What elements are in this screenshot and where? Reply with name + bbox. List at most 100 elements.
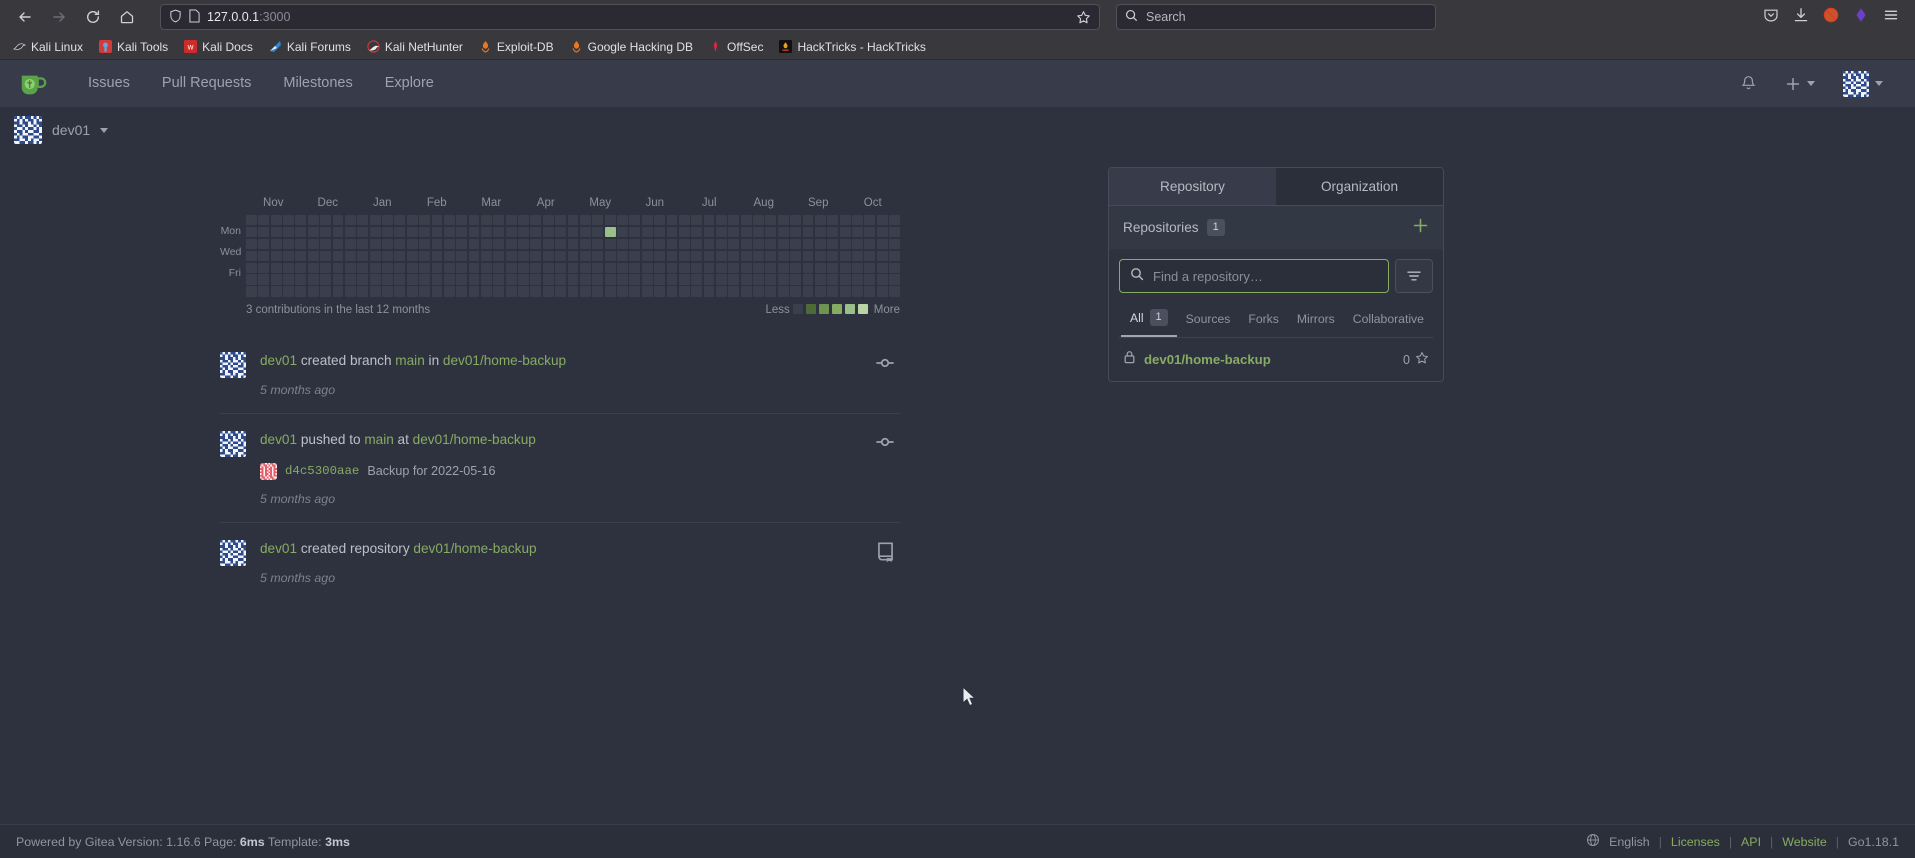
- heatmap-cell[interactable]: [567, 238, 579, 250]
- home-button[interactable]: [112, 4, 142, 30]
- heatmap-cell[interactable]: [406, 274, 418, 285]
- activity-avatar[interactable]: [220, 351, 246, 378]
- heatmap-cell[interactable]: [555, 215, 567, 226]
- heatmap-cell[interactable]: [505, 286, 517, 297]
- heatmap-cell[interactable]: [431, 215, 443, 226]
- heatmap-cell[interactable]: [518, 238, 529, 250]
- hamburger-menu-icon[interactable]: [1883, 7, 1899, 28]
- heatmap-cell[interactable]: [629, 215, 641, 226]
- heatmap-cell[interactable]: [790, 238, 802, 250]
- heatmap-cell[interactable]: [406, 215, 418, 226]
- chevron-down-icon[interactable]: [100, 127, 109, 133]
- heatmap-cell[interactable]: [270, 238, 282, 250]
- downloads-icon[interactable]: [1793, 7, 1809, 28]
- heatmap-cell[interactable]: [889, 274, 900, 285]
- heatmap-cell[interactable]: [666, 226, 678, 238]
- heatmap-cell[interactable]: [382, 274, 393, 285]
- heatmap-cell[interactable]: [307, 250, 319, 262]
- heatmap-cell[interactable]: [777, 250, 789, 262]
- heatmap-cell[interactable]: [555, 274, 567, 285]
- create-new-button[interactable]: [1771, 76, 1829, 92]
- heatmap-cell[interactable]: [295, 226, 307, 238]
- heatmap-cell[interactable]: [753, 238, 764, 250]
- heatmap-cell[interactable]: [802, 286, 814, 297]
- heatmap-cell[interactable]: [468, 226, 480, 238]
- heatmap-cell[interactable]: [592, 215, 604, 226]
- heatmap-cell[interactable]: [493, 238, 505, 250]
- activity-branch-link[interactable]: main: [395, 353, 424, 368]
- heatmap-cell[interactable]: [555, 238, 567, 250]
- heatmap-cell[interactable]: [814, 215, 826, 226]
- heatmap-cell[interactable]: [394, 274, 406, 285]
- heatmap-cell[interactable]: [678, 274, 690, 285]
- heatmap-cell[interactable]: [876, 286, 888, 297]
- heatmap-cell[interactable]: [394, 215, 406, 226]
- heatmap-cell[interactable]: [493, 215, 505, 226]
- heatmap-cell[interactable]: [678, 238, 690, 250]
- heatmap-cell[interactable]: [456, 262, 468, 273]
- heatmap-cell[interactable]: [839, 250, 851, 262]
- heatmap-cell[interactable]: [246, 250, 257, 262]
- heatmap-cell[interactable]: [617, 286, 628, 297]
- heatmap-cell[interactable]: [715, 226, 727, 238]
- heatmap-cell[interactable]: [876, 274, 888, 285]
- heatmap-cell[interactable]: [283, 226, 294, 238]
- heatmap-cell[interactable]: [777, 274, 789, 285]
- heatmap-cell[interactable]: [344, 215, 356, 226]
- heatmap-cell[interactable]: [567, 286, 579, 297]
- filter-tab-collaborative[interactable]: Collaborative: [1344, 306, 1433, 335]
- heatmap-cell[interactable]: [357, 215, 369, 226]
- heatmap-cell[interactable]: [604, 238, 616, 250]
- heatmap-cell[interactable]: [839, 215, 851, 226]
- footer-language[interactable]: English: [1609, 835, 1650, 849]
- heatmap-cell[interactable]: [542, 250, 554, 262]
- heatmap-cell[interactable]: [419, 215, 431, 226]
- new-repository-button[interactable]: [1412, 217, 1429, 238]
- heatmap-cell[interactable]: [604, 274, 616, 285]
- heatmap-cell[interactable]: [691, 286, 703, 297]
- heatmap-cell[interactable]: [493, 226, 505, 238]
- heatmap-cell[interactable]: [592, 262, 604, 273]
- heatmap-cell[interactable]: [468, 238, 480, 250]
- heatmap-cell[interactable]: [258, 226, 270, 238]
- heatmap-cell[interactable]: [357, 250, 369, 262]
- heatmap-cell[interactable]: [542, 215, 554, 226]
- heatmap-cell[interactable]: [864, 238, 876, 250]
- heatmap-cell[interactable]: [617, 238, 628, 250]
- heatmap-cell[interactable]: [382, 238, 393, 250]
- heatmap-cell[interactable]: [307, 238, 319, 250]
- heatmap-cell[interactable]: [777, 215, 789, 226]
- heatmap-cell[interactable]: [691, 215, 703, 226]
- heatmap-cell[interactable]: [332, 262, 344, 273]
- heatmap-cell[interactable]: [777, 226, 789, 238]
- heatmap-cell[interactable]: [295, 286, 307, 297]
- heatmap-cell[interactable]: [852, 262, 863, 273]
- heatmap-cell[interactable]: [678, 286, 690, 297]
- bookmark-offsec[interactable]: OffSec: [702, 38, 770, 56]
- repository-filter-button[interactable]: [1395, 259, 1433, 293]
- heatmap-cell[interactable]: [802, 215, 814, 226]
- heatmap-cell[interactable]: [715, 215, 727, 226]
- heatmap-cell[interactable]: [419, 226, 431, 238]
- heatmap-cell[interactable]: [579, 238, 591, 250]
- heatmap-cell[interactable]: [270, 226, 282, 238]
- heatmap-cell[interactable]: [320, 215, 332, 226]
- heatmap-cell[interactable]: [344, 262, 356, 273]
- footer-link-api[interactable]: API: [1741, 835, 1761, 849]
- pocket-icon[interactable]: [1763, 7, 1779, 28]
- commit-sha-link[interactable]: d4c5300aae: [285, 464, 359, 478]
- heatmap-cell[interactable]: [505, 274, 517, 285]
- heatmap-cell[interactable]: [802, 226, 814, 238]
- nav-link-explore[interactable]: Explore: [369, 60, 450, 107]
- heatmap-cell[interactable]: [283, 215, 294, 226]
- heatmap-cell[interactable]: [307, 286, 319, 297]
- activity-actor-link[interactable]: dev01: [260, 432, 297, 447]
- heatmap-cell[interactable]: [567, 274, 579, 285]
- heatmap-cell[interactable]: [592, 274, 604, 285]
- heatmap-cell[interactable]: [357, 274, 369, 285]
- bookmark-kali-nethunter[interactable]: Kali NetHunter: [360, 38, 470, 56]
- heatmap-cell[interactable]: [357, 262, 369, 273]
- heatmap-cell[interactable]: [456, 286, 468, 297]
- noscript-icon[interactable]: [1823, 7, 1839, 28]
- heatmap-cell[interactable]: [876, 226, 888, 238]
